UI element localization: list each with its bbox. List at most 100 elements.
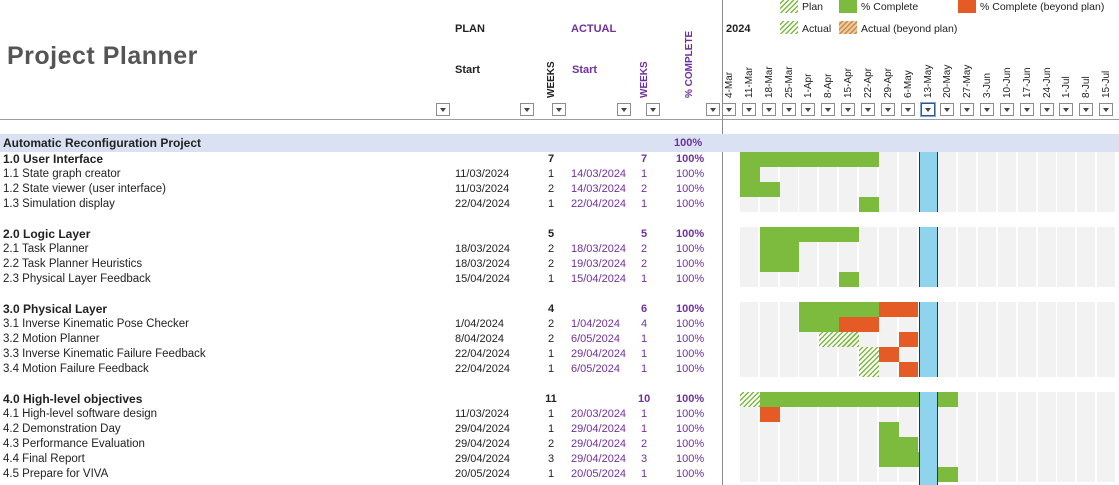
task-row[interactable]: 1.3 Simulation display 22/04/2024 1 22/04/2…	[0, 197, 720, 212]
group-row[interactable]: 2.0 Logic Layer 5 5 100%	[0, 227, 720, 242]
task-row[interactable]: 4.3 Performance Evaluation 29/04/2024 2 29/…	[0, 437, 720, 452]
task-row[interactable]: 4.4 Final Report 29/04/2024 3 29/04/2024 3 10…	[0, 452, 720, 467]
gantt-cell	[839, 452, 858, 467]
filter-week-button[interactable]	[1019, 103, 1034, 116]
gantt-cell	[978, 467, 997, 482]
gantt-cell	[1037, 332, 1056, 347]
gantt-cell	[1037, 227, 1056, 242]
filter-week-button[interactable]	[1079, 103, 1094, 116]
filter-actual-start-button[interactable]	[617, 103, 631, 116]
gantt-cell	[759, 422, 778, 437]
gantt-cell	[839, 407, 858, 422]
filter-week-button[interactable]	[781, 103, 796, 116]
gantt-cell	[779, 407, 798, 422]
group-row[interactable]: 3.0 Physical Layer 4 6 100%	[0, 302, 720, 317]
task-name: 3.0 Physical Layer	[3, 302, 108, 316]
filter-week-button[interactable]	[940, 103, 955, 116]
task-row[interactable]: 4.2 Demonstration Day 29/04/2024 1 29/04/20…	[0, 422, 720, 437]
task-row[interactable]: 2.2 Task Planner Heuristics 18/03/2024 2 19…	[0, 257, 720, 272]
actual-start: 18/03/2024	[571, 243, 627, 255]
filter-week-button[interactable]	[860, 103, 875, 116]
gantt-cell	[819, 467, 838, 482]
task-row[interactable]	[0, 212, 720, 227]
gantt-cell	[938, 227, 957, 242]
gantt-cell	[739, 197, 758, 212]
filter-week-button[interactable]	[980, 103, 995, 116]
filter-week-button[interactable]	[900, 103, 915, 116]
task-row[interactable]: 4.1 High-level software design 11/03/2024…	[0, 407, 720, 422]
plan-weeks: 2	[547, 318, 555, 330]
plan-start: 18/03/2024	[455, 258, 511, 270]
filter-complete-button[interactable]	[706, 103, 720, 116]
actual-beyond-legend-label: Actual (beyond plan)	[861, 23, 958, 35]
actual-start: 29/04/2024	[571, 423, 627, 435]
filter-week-button[interactable]	[1039, 103, 1054, 116]
gantt-cell	[978, 167, 997, 182]
task-name: 4.1 High-level software design	[3, 408, 158, 420]
gantt-cell	[938, 437, 957, 452]
gantt-cell	[938, 242, 957, 257]
task-row[interactable]: 3.2 Motion Planner 8/04/2024 2 6/05/2024 1 10…	[0, 332, 720, 347]
gantt-cell	[878, 317, 897, 332]
filter-plan-start-button[interactable]	[520, 103, 534, 116]
gantt-cell	[1097, 467, 1116, 482]
gantt-cell	[1057, 272, 1076, 287]
group-row[interactable]: 4.0 High-level objectives 11 10 100%	[0, 392, 720, 407]
gantt-cell	[878, 227, 897, 242]
group-row[interactable]: 1.0 User Interface 7 7 100%	[0, 152, 720, 167]
gantt-cell	[1057, 227, 1076, 242]
gantt-cell	[759, 347, 778, 362]
gantt-cell	[997, 437, 1016, 452]
filter-week-button[interactable]	[801, 103, 816, 116]
task-row[interactable]: 4.5 Prepare for VIVA 20/05/2024 1 20/05/202…	[0, 467, 720, 482]
gantt-cell	[978, 272, 997, 287]
filter-task-button[interactable]	[436, 103, 450, 116]
task-row[interactable]: 3.3 Inverse Kinematic Failure Feedback 22…	[0, 347, 720, 362]
gantt-cell	[997, 242, 1016, 257]
beyond-plan-bar	[898, 362, 919, 377]
gantt-cell	[1077, 257, 1096, 272]
row-gap	[918, 287, 939, 302]
filter-week-button[interactable]	[880, 103, 895, 116]
week-label: 27-May	[962, 64, 974, 98]
task-row[interactable]: 2.1 Task Planner 18/03/2024 2 18/03/2024 2 10…	[0, 242, 720, 257]
gantt-cell	[978, 242, 997, 257]
filter-week-button[interactable]	[821, 103, 836, 116]
task-row[interactable]	[0, 287, 720, 302]
complete-bar	[799, 317, 840, 332]
gantt-cell	[878, 167, 897, 182]
gantt-cell	[1097, 317, 1116, 332]
task-row[interactable]	[0, 377, 720, 392]
gantt-cell	[878, 242, 897, 257]
filter-plan-weeks-button[interactable]	[552, 103, 566, 116]
task-row[interactable]: 3.1 Inverse Kinematic Pose Checker 1/04/2…	[0, 317, 720, 332]
filter-week-button[interactable]	[722, 103, 736, 116]
week-label: 3-Jun	[982, 72, 994, 98]
gantt-cell	[839, 362, 858, 377]
filter-week-button[interactable]	[960, 103, 975, 116]
gantt-cell	[1057, 197, 1076, 212]
gantt-cell	[1037, 347, 1056, 362]
task-row[interactable]: 2.3 Physical Layer Feedback 15/04/2024 1 15…	[0, 272, 720, 287]
actual-start: 14/03/2024	[571, 168, 627, 180]
filter-week-button[interactable]	[741, 103, 756, 116]
week-label: 1-Jul	[1061, 76, 1073, 98]
gantt-cell	[759, 467, 778, 482]
gantt-cell	[1097, 392, 1116, 407]
week-label: 22-Apr	[862, 67, 874, 98]
gantt-cell	[978, 407, 997, 422]
filter-week-button[interactable]	[999, 103, 1014, 116]
gantt-cell	[779, 317, 798, 332]
plan-start: 15/04/2024	[455, 273, 511, 285]
filter-week-button[interactable]	[761, 103, 776, 116]
filter-week-button[interactable]	[841, 103, 856, 116]
gantt-cell	[858, 452, 877, 467]
filter-week-button[interactable]	[1059, 103, 1074, 116]
filter-week-button[interactable]	[1099, 103, 1114, 116]
task-row[interactable]: 1.1 State graph creator 11/03/2024 1 14/03/…	[0, 167, 720, 182]
filter-actual-weeks-button[interactable]	[646, 103, 660, 116]
task-row[interactable]: 3.4 Motion Failure Feedback 22/04/2024 1 6/…	[0, 362, 720, 377]
task-row[interactable]: 1.2 State viewer (user interface) 11/03/2…	[0, 182, 720, 197]
filter-week-button[interactable]	[920, 103, 935, 116]
gantt-cell	[739, 422, 758, 437]
